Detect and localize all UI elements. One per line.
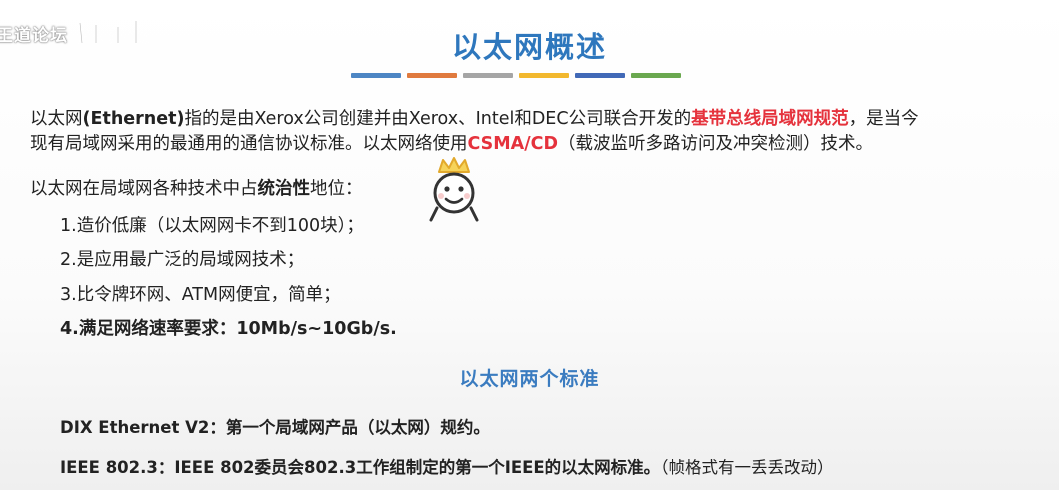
dominance-line: 以太网在局域网各种技术中占统治性地位： <box>30 178 363 201</box>
intro-text: ，是当今 <box>848 109 919 129</box>
standard-dix-label: DIX Ethernet V2： <box>60 418 226 437</box>
divider-segment-1 <box>351 73 401 78</box>
reason-item-3: 3.比令牌环网、ATM网便宜，简单； <box>60 285 341 305</box>
reason-item-4: 4.满足网络速率要求：10Mb/s~10Gb/s. <box>60 319 397 339</box>
dominance-text: 以太网在局域网各种技术中占 <box>30 179 258 199</box>
page-title: 以太网概述 <box>451 30 607 64</box>
standard-ieee: IEEE 802.3：IEEE 802委员会802.3工作组制定的第一个IEEE… <box>60 454 833 478</box>
highlight-baseband-bus: 基带总线局域网规范 <box>691 109 849 129</box>
divider-segment-5 <box>575 73 625 78</box>
crowned-face-icon <box>429 157 479 222</box>
intro-line-2: 现有局域网采用的最通用的通信协议标准。以太网络使用CSMA/CD（载波监听多路访… <box>30 133 873 156</box>
highlight-csma-cd: CSMA/CD <box>467 134 559 154</box>
intro-text: 现有局域网采用的最通用的通信协议标准。以太网络使用 <box>30 134 468 154</box>
divider-segment-6 <box>631 73 681 78</box>
title-divider <box>351 73 681 78</box>
standard-ieee-label: IEEE 802.3： <box>60 458 175 477</box>
standards-title: 以太网两个标准 <box>459 368 600 390</box>
divider-segment-3 <box>463 73 513 78</box>
intro-line-1: 以太网(Ethernet)指的是由Xerox公司创建并由Xerox、Intel和… <box>30 108 919 131</box>
intro-text: （载波监听多路访问及冲突检测）技术。 <box>558 134 873 154</box>
divider-segment-2 <box>407 73 457 78</box>
reason-item-1: 1.造价低廉（以太网网卡不到100块）； <box>60 216 364 236</box>
standard-ieee-note: （帧格式有一丢丢改动） <box>660 458 834 477</box>
standard-ieee-text: IEEE 802委员会802.3工作组制定的第一个IEEE的以太网标准。 <box>174 458 661 477</box>
standard-dix: DIX Ethernet V2：第一个局域网产品（以太网）规约。 <box>60 414 490 438</box>
standard-dix-text: 第一个局域网产品（以太网）规约。 <box>225 418 490 437</box>
intro-text: 指的是由Xerox公司创建并由Xerox、Intel和DEC公司联合开发的 <box>184 109 692 129</box>
reason-item-2: 2.是应用最广泛的局域网技术； <box>60 250 305 270</box>
divider-segment-4 <box>519 73 569 78</box>
dominance-text: 地位： <box>310 179 363 199</box>
intro-text: 以太网 <box>30 109 83 129</box>
dominance-emphasis: 统治性 <box>257 179 311 199</box>
ethernet-term: (Ethernet) <box>82 109 185 129</box>
